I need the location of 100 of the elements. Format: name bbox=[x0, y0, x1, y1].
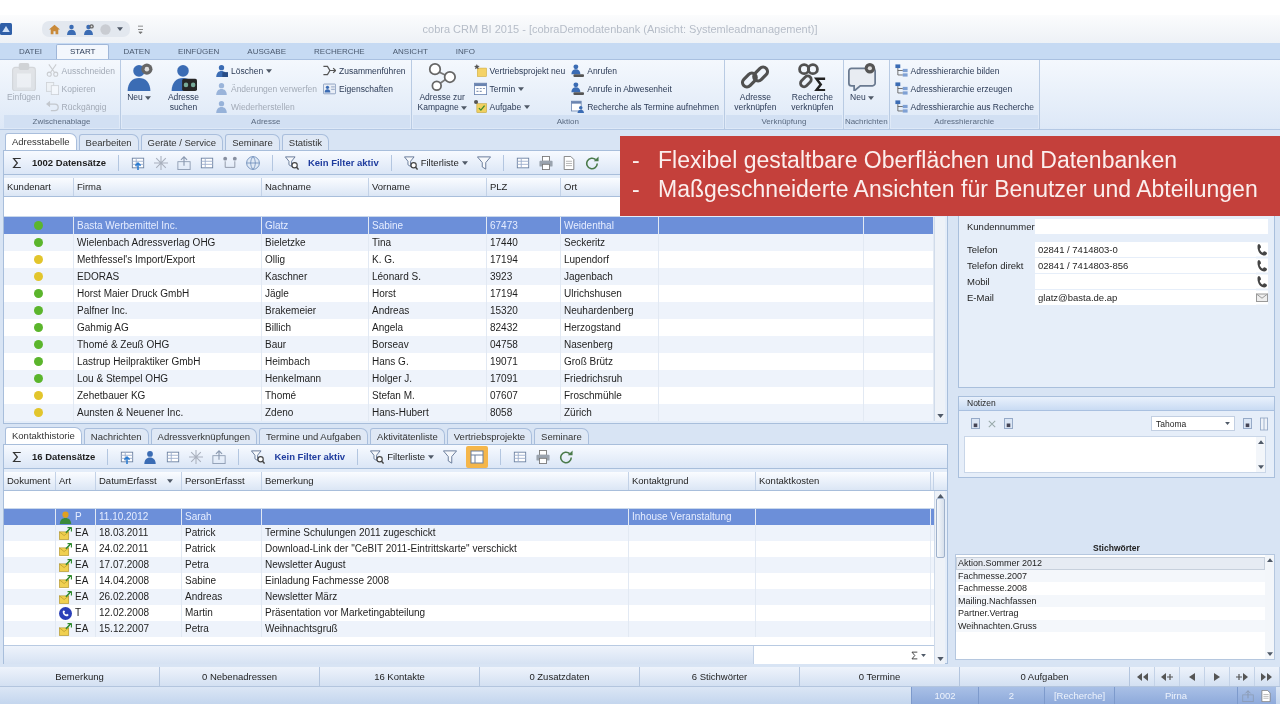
keyword-item[interactable]: Aktion.Sommer 2012 bbox=[956, 557, 1265, 570]
summary-cell[interactable] bbox=[753, 646, 934, 664]
house-icon[interactable] bbox=[49, 23, 60, 35]
table-row[interactable]: Horst Maier Druck GmbH Jägle Horst 17194 Ulrichshusen bbox=[4, 285, 934, 302]
column-header[interactable]: PLZ bbox=[490, 178, 508, 196]
keyword-item[interactable]: Fachmesse.2008 bbox=[956, 582, 1265, 595]
table-row[interactable]: Wielenbach Adressverlag OHG Bieletzke Tina 17440 Seckeritz bbox=[4, 234, 934, 251]
connect-dots-icon[interactable] bbox=[222, 155, 237, 170]
filter-icon[interactable] bbox=[443, 449, 458, 464]
phone-icon[interactable] bbox=[1256, 242, 1268, 257]
ribbon-button[interactable]: Eigenschaften bbox=[321, 80, 408, 97]
ribbon-button[interactable]: Anrufen bbox=[569, 62, 721, 79]
filter-icon[interactable] bbox=[476, 155, 491, 170]
text-field[interactable]: 02841 / 7414803-856 bbox=[1035, 258, 1256, 273]
status-cell[interactable]: 6 Stichwörter bbox=[640, 667, 800, 686]
app-logo-icon[interactable] bbox=[0, 23, 12, 35]
filter-status[interactable]: Kein Filter aktiv bbox=[307, 157, 379, 168]
panel-tab[interactable]: Seminare bbox=[534, 428, 589, 444]
filter-list-button[interactable]: Filterliste bbox=[370, 449, 435, 464]
ribbon-button[interactable]: Recherche als Termine aufnehmen bbox=[569, 98, 721, 115]
column-header[interactable]: DatumErfasst bbox=[99, 472, 167, 490]
clear-format-icon[interactable] bbox=[988, 419, 996, 428]
scrollbar[interactable] bbox=[934, 217, 945, 421]
phone-icon[interactable] bbox=[1256, 274, 1268, 289]
ribbon-button[interactable]: Adresshierarchie aus Recherche bbox=[892, 98, 1036, 115]
person-icon[interactable] bbox=[143, 449, 158, 464]
table-row[interactable]: EA 15.12.2007 Petra Weihnachtsgruß bbox=[4, 621, 934, 637]
person-gear-icon[interactable] bbox=[83, 23, 94, 35]
column-header[interactable]: Ort bbox=[564, 178, 578, 196]
table-arrow-icon[interactable] bbox=[130, 155, 145, 170]
table-row[interactable]: Gahmig AG Billich Angela 82432 Herzogstand bbox=[4, 319, 934, 336]
overflow-icon[interactable] bbox=[138, 24, 143, 34]
status-cell[interactable]: 0 Zusatzdaten bbox=[480, 667, 640, 686]
panel-tab[interactable]: Termine und Aufgaben bbox=[258, 428, 369, 444]
column-header[interactable]: PersonErfasst bbox=[185, 472, 261, 490]
panel-tab[interactable]: Statistik bbox=[281, 134, 330, 150]
ribbon-button[interactable]: Termin bbox=[471, 80, 568, 97]
ribbon-button[interactable]: Adresse verknüpfen bbox=[727, 62, 783, 115]
ribbon-tab[interactable]: AUSGABE bbox=[233, 44, 300, 59]
person-icon[interactable] bbox=[66, 23, 77, 35]
column-header[interactable]: Bemerkung bbox=[265, 472, 628, 490]
ribbon-tab[interactable]: DATEN bbox=[109, 44, 164, 59]
ribbon-button[interactable]: Neu bbox=[846, 62, 877, 115]
table-row[interactable]: Palfner Inc. Brakemeier Andreas 15320 Neuhardenberg bbox=[4, 302, 934, 319]
column-header[interactable]: Dokument bbox=[7, 472, 55, 490]
status-cell[interactable]: 0 Termine bbox=[800, 667, 960, 686]
status-cell[interactable]: 0 Aufgaben bbox=[960, 667, 1130, 686]
ribbon-tab[interactable]: ANSICHT bbox=[378, 44, 442, 59]
ribbon-tab[interactable]: INFO bbox=[441, 44, 489, 59]
ribbon-tab[interactable]: START bbox=[55, 44, 110, 59]
table-row[interactable]: EA 26.02.2008 Andreas Newsletter März bbox=[4, 589, 934, 605]
column-header[interactable]: Kundenart bbox=[7, 178, 51, 196]
scroll-down-icon[interactable] bbox=[936, 414, 944, 418]
panel-tab[interactable]: Geräte / Service bbox=[140, 134, 224, 150]
table-icon[interactable] bbox=[515, 155, 530, 170]
table-row[interactable]: Lou & Stempel OHG Henkelmann Holger J. 17091 Friedrichsruh bbox=[4, 370, 934, 387]
filter-search-icon[interactable] bbox=[284, 155, 299, 170]
refresh-icon[interactable] bbox=[584, 155, 599, 170]
scroll-down-icon[interactable] bbox=[1266, 652, 1273, 656]
ribbon-button[interactable]: Adresshierarchie erzeugen bbox=[892, 80, 1036, 97]
filter-search-icon[interactable] bbox=[251, 449, 266, 464]
ribbon-button[interactable]: Adresshierarchie bilden bbox=[892, 62, 1036, 79]
table-icon[interactable] bbox=[166, 449, 181, 464]
text-format-icon[interactable] bbox=[971, 418, 980, 429]
ribbon-button[interactable]: Adresse zur Kampagne bbox=[414, 62, 470, 115]
keyword-item[interactable]: Weihnachten.Gruss bbox=[956, 619, 1265, 632]
layout-icon[interactable] bbox=[466, 445, 489, 468]
keyword-item[interactable]: Partner.Vertrag bbox=[956, 607, 1265, 620]
ribbon-tab[interactable]: DATEI bbox=[5, 44, 56, 59]
column-header[interactable]: Nachname bbox=[265, 178, 311, 196]
panel-tab[interactable]: Aktivitätenliste bbox=[370, 428, 445, 444]
table-row[interactable]: Thomé & Zeuß OHG Baur Borseav 04758 Nasenberg bbox=[4, 336, 934, 353]
text-field[interactable]: glatz@basta.de.ap bbox=[1035, 290, 1256, 305]
column-icon[interactable] bbox=[1260, 416, 1268, 431]
panel-tab[interactable]: Seminare bbox=[225, 134, 280, 150]
caret-icon[interactable] bbox=[167, 479, 173, 483]
refresh-icon[interactable] bbox=[559, 449, 574, 464]
panel-tab[interactable]: Adresstabelle bbox=[5, 133, 77, 150]
table-icon[interactable] bbox=[199, 155, 214, 170]
ribbon-button[interactable]: Recherche verknüpfen bbox=[784, 62, 840, 115]
ribbon-tab[interactable]: RECHERCHE bbox=[300, 44, 379, 59]
ribbon-button[interactable]: Anrufe in Abwesenheit bbox=[569, 80, 721, 97]
panel-tab[interactable]: Adressverknüpfungen bbox=[150, 428, 257, 444]
column-header[interactable]: Firma bbox=[77, 178, 102, 196]
table-row[interactable]: Lastrup Heilpraktiker GmbH Heimbach Hans G. 19071 Groß Brütz bbox=[4, 353, 934, 370]
column-header[interactable]: Kontaktgrund bbox=[632, 472, 755, 490]
panel-tab[interactable]: Kontakthistorie bbox=[5, 427, 82, 444]
caret-icon[interactable] bbox=[117, 27, 123, 31]
column-header[interactable]: Kontaktkosten bbox=[759, 472, 930, 490]
panel-tab[interactable]: Nachrichten bbox=[83, 428, 149, 444]
table-row[interactable]: Methfessel's Import/Export Ollig K. G. 17194 Lupendorf bbox=[4, 251, 934, 268]
phone-icon[interactable] bbox=[1256, 258, 1268, 273]
document-icon[interactable] bbox=[561, 155, 576, 170]
table-arrow-icon[interactable] bbox=[120, 449, 135, 464]
ribbon-button[interactable]: Neu bbox=[123, 62, 154, 115]
font-dropdown[interactable]: Tahoma bbox=[1151, 416, 1235, 431]
scroll-down-icon[interactable] bbox=[1257, 465, 1264, 469]
printer-icon[interactable] bbox=[536, 449, 551, 464]
table-row[interactable]: EDORAS Kaschner Léonard S. 3923 Jagenbach bbox=[4, 268, 934, 285]
ribbon-button[interactable]: Löschen bbox=[212, 62, 319, 79]
